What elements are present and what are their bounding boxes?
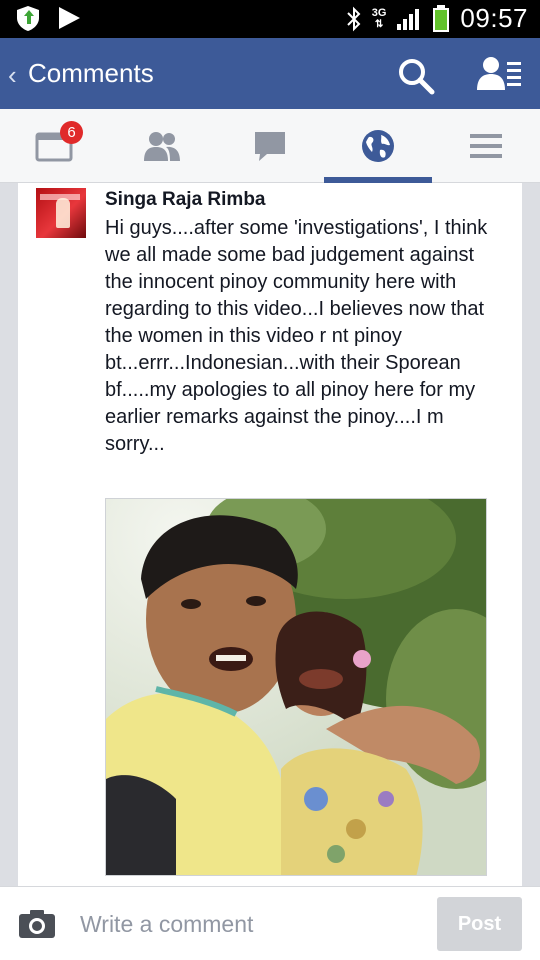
clock: 09:57 [460, 3, 528, 33]
menu-icon [470, 134, 502, 158]
network-type: 3G ⇅ [371, 6, 387, 30]
signal-icon [397, 8, 420, 30]
app-bar: ‹ Comments [0, 38, 540, 109]
comment-author[interactable]: Singa Raja Rimba [105, 189, 266, 211]
comment-input[interactable]: Write a comment [80, 911, 253, 938]
comment-photo[interactable] [105, 498, 487, 876]
tab-news-feed[interactable]: 6 [0, 109, 108, 183]
comment-card: Singa Raja Rimba Hi guys....after some '… [18, 183, 522, 886]
back-button[interactable]: ‹ [8, 60, 17, 91]
comment-composer: Write a comment Post [0, 886, 540, 960]
shield-icon [17, 6, 39, 31]
post-button[interactable]: Post [437, 897, 522, 951]
tab-notifications[interactable] [324, 109, 432, 183]
friends-icon[interactable] [476, 56, 522, 92]
search-icon[interactable] [396, 56, 436, 96]
tab-more[interactable] [432, 109, 540, 183]
avatar[interactable] [36, 188, 86, 238]
camera-icon[interactable] [18, 909, 56, 939]
friends-icon [144, 132, 180, 161]
battery-icon [433, 4, 450, 32]
play-icon [59, 7, 80, 29]
nav-tabs: 6 [0, 109, 540, 183]
bluetooth-icon [347, 6, 361, 31]
tab-messages[interactable] [216, 109, 324, 183]
status-bar: 3G ⇅ 09:57 [0, 0, 540, 38]
chat-icon [255, 132, 285, 161]
globe-icon [362, 130, 394, 162]
page-title[interactable]: Comments [28, 58, 154, 89]
tab-friend-requests[interactable] [108, 109, 216, 183]
comment-text: Hi guys....after some 'investigations', … [105, 217, 488, 455]
notification-badge: 6 [60, 121, 83, 144]
